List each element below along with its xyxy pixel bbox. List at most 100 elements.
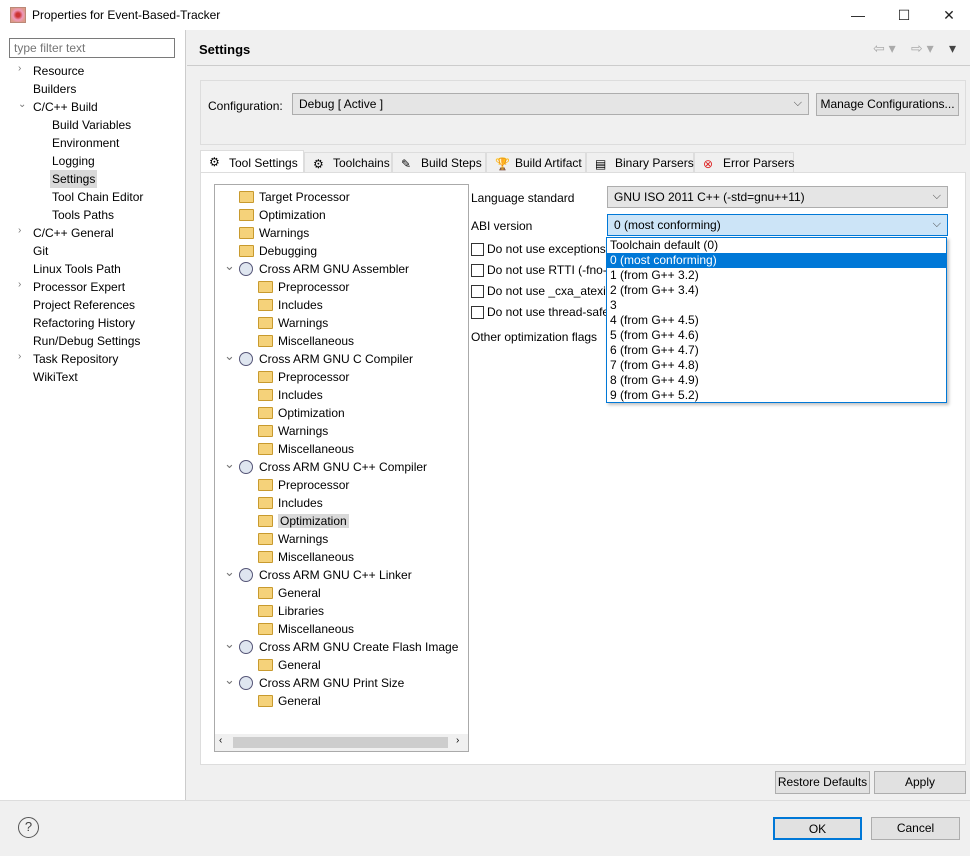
nav-item[interactable]: C/C++ Build (31, 98, 100, 116)
tab-toolchains[interactable]: ⚙ Toolchains (304, 152, 392, 173)
nav-item[interactable]: Run/Debug Settings (31, 332, 142, 350)
checkbox[interactable] (471, 306, 484, 319)
minimize-button[interactable]: — (848, 5, 868, 25)
tree-node[interactable]: Debugging (239, 242, 317, 260)
maximize-button[interactable]: ☐ (894, 5, 914, 25)
dropdown-option[interactable]: 6 (from G++ 4.7) (607, 343, 946, 358)
chevron-right-icon[interactable]: › (18, 63, 28, 74)
chevron-down-icon[interactable]: ⌄ (224, 636, 235, 652)
chevron-down-icon[interactable]: ⌄ (224, 564, 235, 580)
tree-node[interactable]: Target Processor (239, 188, 350, 206)
nav-item[interactable]: Processor Expert (31, 278, 127, 296)
dropdown-option[interactable]: 3 (607, 298, 946, 313)
chevron-down-icon[interactable]: ⌄ (224, 672, 235, 688)
tree-node[interactable]: Warnings (239, 224, 309, 242)
tab-binary-parsers[interactable]: ▤ Binary Parsers (586, 152, 694, 173)
scroll-left-icon[interactable]: ‹ (219, 735, 222, 746)
cancel-button[interactable]: Cancel (871, 817, 960, 840)
tree-node[interactable]: Optimization (239, 206, 326, 224)
tree-node[interactable]: Cross ARM GNU C++ Compiler (239, 458, 427, 476)
tree-node[interactable]: Cross ARM GNU C++ Linker (239, 566, 412, 584)
checkbox[interactable] (471, 285, 484, 298)
tree-node[interactable]: Includes (258, 386, 323, 404)
tree-node[interactable]: Cross ARM GNU Assembler (239, 260, 409, 278)
nav-item[interactable]: Refactoring History (31, 314, 137, 332)
chevron-right-icon[interactable]: › (18, 279, 28, 290)
tree-node[interactable]: Cross ARM GNU Create Flash Image (239, 638, 458, 656)
dropdown-option[interactable]: 7 (from G++ 4.8) (607, 358, 946, 373)
chevron-down-icon[interactable]: ⌄ (224, 456, 235, 472)
horizontal-scrollbar[interactable]: ‹ › (215, 734, 468, 751)
restore-defaults-button[interactable]: Restore Defaults (775, 771, 870, 794)
language-standard-select[interactable]: GNU ISO 2011 C++ (-std=gnu++11) ⌵ (607, 186, 948, 208)
nav-item[interactable]: Build Variables (50, 116, 133, 134)
nav-item[interactable]: Tool Chain Editor (50, 188, 145, 206)
manage-configurations-button[interactable]: Manage Configurations... (816, 93, 959, 116)
tree-node[interactable]: Includes (258, 494, 323, 512)
forward-button[interactable]: ⇨ ▾ (911, 40, 934, 57)
dropdown-option[interactable]: 5 (from G++ 4.6) (607, 328, 946, 343)
build-steps-icon: ✎ (401, 157, 412, 171)
chevron-down-icon[interactable]: ⌄ (224, 348, 235, 364)
nav-item[interactable]: Project References (31, 296, 137, 314)
tree-node[interactable]: Warnings (258, 530, 328, 548)
tree-node[interactable]: Preprocessor (258, 476, 349, 494)
view-menu-button[interactable]: ▾ (949, 40, 956, 57)
nav-item[interactable]: Task Repository (31, 350, 120, 368)
tree-node[interactable]: Optimization (258, 512, 349, 530)
chevron-right-icon[interactable]: › (18, 351, 28, 362)
close-button[interactable]: ✕ (939, 5, 959, 25)
nav-item[interactable]: Builders (31, 80, 78, 98)
tree-node[interactable]: Cross ARM GNU C Compiler (239, 350, 413, 368)
tree-node[interactable]: Miscellaneous (258, 332, 354, 350)
checkbox[interactable] (471, 243, 484, 256)
apply-button[interactable]: Apply (874, 771, 966, 794)
tree-node[interactable]: Optimization (258, 404, 345, 422)
tree-node[interactable]: Miscellaneous (258, 548, 354, 566)
tree-node[interactable]: Warnings (258, 314, 328, 332)
chevron-right-icon[interactable]: › (18, 225, 28, 236)
tab-error-parsers[interactable]: ⊗ Error Parsers (694, 152, 794, 173)
checkbox[interactable] (471, 264, 484, 277)
scroll-right-icon[interactable]: › (456, 735, 459, 746)
nav-item[interactable]: WikiText (31, 368, 80, 386)
tree-node[interactable]: General (258, 656, 321, 674)
tree-node[interactable]: Libraries (258, 602, 324, 620)
dropdown-option[interactable]: Toolchain default (0) (607, 238, 946, 253)
dropdown-option[interactable]: 9 (from G++ 5.2) (607, 388, 946, 403)
chevron-down-icon[interactable]: ⌄ (18, 99, 28, 110)
tree-node[interactable]: Cross ARM GNU Print Size (239, 674, 404, 692)
nav-item[interactable]: Logging (50, 152, 97, 170)
nav-item[interactable]: Git (31, 242, 50, 260)
tree-node[interactable]: Miscellaneous (258, 620, 354, 638)
tab-build-artifact[interactable]: 🏆 Build Artifact (486, 152, 586, 173)
dropdown-option[interactable]: 2 (from G++ 3.4) (607, 283, 946, 298)
tree-node[interactable]: Warnings (258, 422, 328, 440)
tree-node[interactable]: Preprocessor (258, 278, 349, 296)
nav-item[interactable]: Resource (31, 62, 86, 80)
abi-version-select[interactable]: 0 (most conforming) ⌵ (607, 214, 948, 236)
back-button[interactable]: ⇦ ▾ (873, 40, 896, 57)
dropdown-option[interactable]: 0 (most conforming) (607, 253, 946, 268)
tab-build-steps[interactable]: ✎ Build Steps (392, 152, 486, 173)
dropdown-option[interactable]: 4 (from G++ 4.5) (607, 313, 946, 328)
help-icon[interactable]: ? (18, 817, 39, 838)
tree-node[interactable]: Preprocessor (258, 368, 349, 386)
tree-node[interactable]: General (258, 584, 321, 602)
nav-item[interactable]: Tools Paths (50, 206, 116, 224)
nav-item[interactable]: Environment (50, 134, 121, 152)
nav-item[interactable]: Linux Tools Path (31, 260, 123, 278)
tree-node[interactable]: Includes (258, 296, 323, 314)
scrollbar-thumb[interactable] (233, 737, 448, 748)
tree-node[interactable]: Miscellaneous (258, 440, 354, 458)
nav-item[interactable]: C/C++ General (31, 224, 116, 242)
configuration-select[interactable]: Debug [ Active ] ⌵ (292, 93, 809, 115)
dropdown-option[interactable]: 8 (from G++ 4.9) (607, 373, 946, 388)
filter-input[interactable] (9, 38, 175, 58)
tab-tool-settings[interactable]: ⚙ Tool Settings (200, 150, 304, 172)
chevron-down-icon[interactable]: ⌄ (224, 258, 235, 274)
nav-item[interactable]: Settings (50, 170, 98, 188)
ok-button[interactable]: OK (773, 817, 862, 840)
dropdown-option[interactable]: 1 (from G++ 3.2) (607, 268, 946, 283)
tree-node[interactable]: General (258, 692, 321, 710)
